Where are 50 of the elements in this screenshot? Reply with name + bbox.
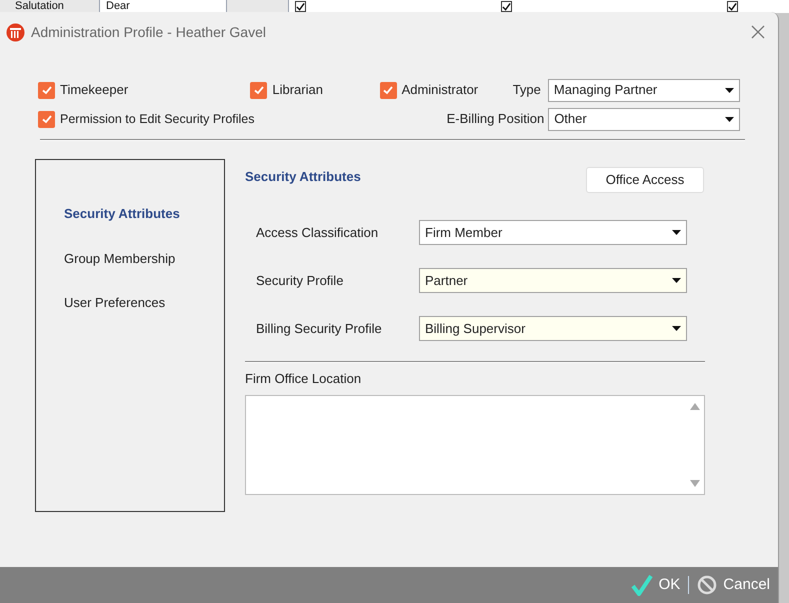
checkbox[interactable] xyxy=(727,1,738,12)
nav-item[interactable]: User Preferences xyxy=(64,293,224,312)
caret-icon xyxy=(672,278,681,283)
check-icon xyxy=(382,84,394,96)
dropdown[interactable]: Other xyxy=(548,108,740,130)
field-label: Access Classification xyxy=(255,224,380,242)
office-access-button[interactable]: Office Access xyxy=(586,167,704,193)
app-logo-icon xyxy=(6,22,25,42)
caret-icon xyxy=(725,116,734,122)
check-icon xyxy=(630,574,653,596)
field-label: Billing Security Profile xyxy=(255,320,383,338)
dropdown[interactable]: Partner xyxy=(419,268,687,293)
ok-button[interactable]: OK xyxy=(630,574,680,596)
checkbox-label: Administrator xyxy=(402,81,478,100)
checkbox-label: Librarian xyxy=(272,81,323,100)
check-icon xyxy=(40,84,52,96)
dropdown[interactable]: Managing Partner xyxy=(548,78,740,102)
field-label: Firm Office Location xyxy=(245,370,362,388)
field-label: Type xyxy=(512,81,542,100)
check-icon xyxy=(728,2,737,12)
check-icon xyxy=(296,2,305,12)
dropdown[interactable]: Firm Member xyxy=(419,220,687,245)
checkbox[interactable] xyxy=(250,82,268,98)
dropdown[interactable]: Billing Supervisor xyxy=(419,316,687,341)
checkbox[interactable] xyxy=(501,1,512,12)
caret-icon xyxy=(672,230,681,235)
check-icon xyxy=(40,113,52,125)
checkbox[interactable] xyxy=(295,1,306,12)
close-icon xyxy=(751,25,765,39)
nav-item[interactable]: Security Attributes xyxy=(64,204,224,224)
checkbox[interactable] xyxy=(38,82,55,98)
cancel-button[interactable]: Cancel xyxy=(697,574,770,596)
section-heading: Security Attributes xyxy=(245,168,361,186)
checkbox[interactable] xyxy=(38,110,55,128)
field-label: Security Profile xyxy=(255,272,344,290)
caret-icon xyxy=(725,88,734,92)
table-cell: Salutation xyxy=(0,0,100,13)
location-text-area[interactable] xyxy=(245,394,705,494)
checkbox-label: Permission to Edit Security Profiles xyxy=(60,110,255,128)
scroll-up-icon xyxy=(690,402,700,410)
checkbox-label: Timekeeper xyxy=(60,81,128,100)
check-icon xyxy=(502,2,511,12)
field-label: E-Billing Position xyxy=(446,110,546,128)
check-icon xyxy=(252,84,265,96)
nav-item[interactable]: Group Membership xyxy=(64,248,224,268)
checkbox[interactable] xyxy=(380,82,397,98)
caret-icon xyxy=(672,326,681,331)
prohibited-icon xyxy=(697,575,718,595)
window-title: Administration Profile - Heather Gavel xyxy=(31,22,266,42)
scroll-down-icon xyxy=(690,480,700,486)
